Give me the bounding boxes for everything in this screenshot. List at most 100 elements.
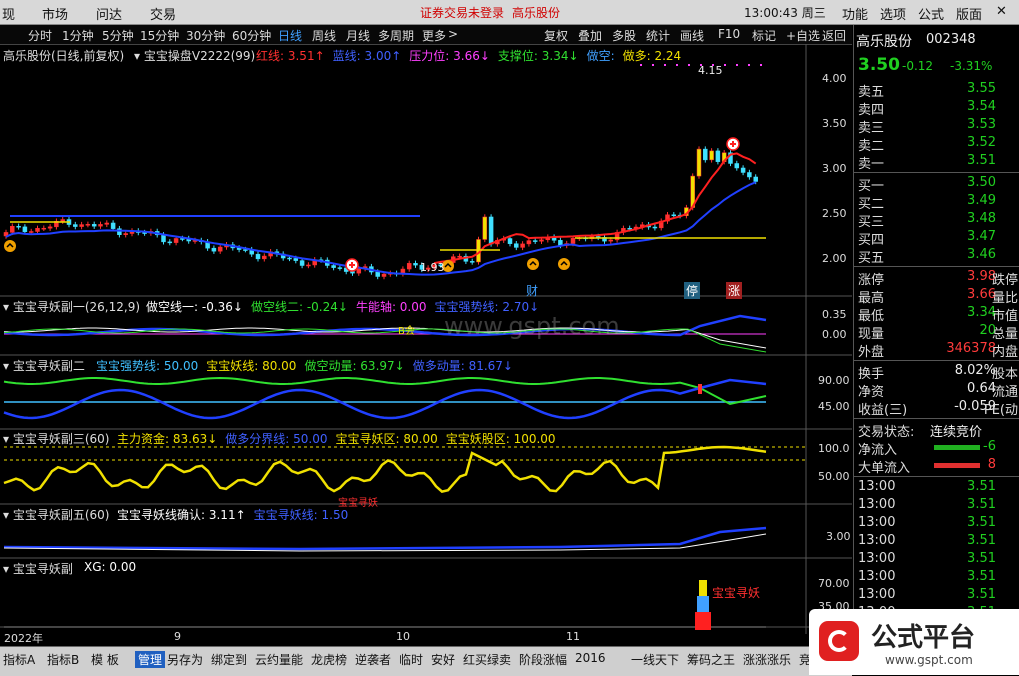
bid-row[interactable]: 买二 3.49: [858, 193, 1018, 212]
sub1-name[interactable]: 宝宝寻妖副一(26,12,9): [13, 300, 140, 314]
sub4-name[interactable]: 宝宝寻妖副五(60): [13, 508, 110, 522]
bid-row[interactable]: 买五 3.46: [858, 247, 1018, 266]
sub3-name[interactable]: 宝宝寻妖副三(60): [13, 432, 110, 446]
candle-body: [299, 260, 305, 266]
indicator-tab-bar: 指标A 指标B 模 板管理 另存为 绑定到 云约量能 龙虎榜 逆袭者 临时 安好 红买绿卖 阶段涨幅 2…: [0, 646, 852, 676]
tab-60min[interactable]: 60分钟: [232, 27, 271, 44]
tab-weekly[interactable]: 周线: [312, 27, 336, 44]
indicator-down-icon[interactable]: ▾: [3, 359, 9, 373]
tab-monthly[interactable]: 月线: [346, 27, 370, 44]
bottom-tab[interactable]: 红买绿卖: [463, 651, 511, 668]
stat-row[interactable]: 最低 3.34 市值: [858, 305, 1018, 324]
indicator-down-icon[interactable]: ▾: [3, 562, 9, 576]
candle-body: [73, 224, 78, 227]
btn-f10[interactable]: F10: [718, 27, 740, 41]
ask-row[interactable]: 卖四 3.54: [858, 99, 1018, 118]
indicator-down-icon[interactable]: ▾: [3, 432, 9, 446]
bottom-tab[interactable]: 2016: [575, 651, 606, 665]
bottom-tab[interactable]: 筹码之王: [687, 651, 735, 668]
candle-body: [22, 226, 28, 233]
tick-row[interactable]: 13:00 3.51: [858, 587, 1018, 605]
tab-multi-period[interactable]: 多周期: [378, 27, 414, 44]
indicator-down-icon[interactable]: ▾: [134, 49, 140, 63]
bottom-tab[interactable]: 指标A: [3, 651, 35, 668]
stat-row[interactable]: 净资 0.64 流通: [858, 381, 1018, 400]
stat-row[interactable]: 收益(三) -0.059 PE(动: [858, 399, 1018, 418]
tick-row[interactable]: 13:00 3.51: [858, 497, 1018, 515]
bottom-tab[interactable]: 一线天下: [631, 651, 679, 668]
btn-back[interactable]: 返回: [822, 27, 846, 44]
bottom-tab[interactable]: 模 板: [91, 651, 119, 668]
stat-row[interactable]: 换手 8.02% 股本: [858, 363, 1018, 382]
indicator-down-icon[interactable]: ▾: [3, 300, 9, 314]
tick-row[interactable]: 13:00 3.51: [858, 569, 1018, 587]
red-line: [434, 152, 757, 265]
kline-chart[interactable]: [0, 44, 852, 646]
bottom-tab[interactable]: 阶段涨幅: [519, 651, 567, 668]
btn-multi-stock[interactable]: 多股: [612, 27, 636, 44]
bottom-tab[interactable]: 云约量能: [255, 651, 303, 668]
ask-row[interactable]: 卖三 3.53: [858, 117, 1018, 136]
bid-row[interactable]: 买三 3.48: [858, 211, 1018, 230]
sub2-name[interactable]: 宝宝寻妖副二: [13, 359, 85, 373]
stat-row[interactable]: 现量 20 总量: [858, 323, 1018, 342]
bottom-tab[interactable]: 龙虎榜: [311, 651, 347, 668]
limit-up-tag[interactable]: 涨: [726, 282, 743, 299]
tab-30min[interactable]: 30分钟: [186, 27, 225, 44]
ask-row[interactable]: 卖二 3.52: [858, 135, 1018, 154]
quote-panel: 高乐股份 002348 3.50 -0.12 -3.31% 卖五 3.55 卖四 3.…: [853, 25, 1019, 650]
bid-row[interactable]: 买一 3.50: [858, 175, 1018, 194]
tick-row[interactable]: 13:00 3.51: [858, 515, 1018, 533]
menu-formula[interactable]: 公式: [918, 4, 944, 23]
menu-item-market[interactable]: 市场: [42, 4, 68, 23]
indicator-down-icon[interactable]: ▾: [3, 508, 9, 522]
candle-body: [526, 240, 532, 245]
ask-row[interactable]: 卖一 3.51: [858, 153, 1018, 172]
bottom-tab[interactable]: 涨涨涨乐: [743, 651, 791, 668]
stat-row[interactable]: 外盘 346378 内盘: [858, 341, 1018, 360]
menu-item-wenda[interactable]: 问达: [96, 4, 122, 23]
menu-options[interactable]: 选项: [880, 4, 906, 23]
bottom-tab[interactable]: 管理: [135, 651, 166, 668]
btn-add-watchlist[interactable]: +自选: [786, 27, 820, 44]
xg-bar-red: [695, 612, 711, 630]
bottom-tab[interactable]: 绑定到: [211, 651, 247, 668]
bottom-tab[interactable]: 另存为: [167, 651, 203, 668]
chevron-right-icon[interactable]: >: [448, 27, 458, 41]
bottom-tab[interactable]: 逆袭者: [355, 651, 391, 668]
bid-row[interactable]: 买四 3.47: [858, 229, 1018, 248]
btn-stats[interactable]: 统计: [646, 27, 670, 44]
tick-row[interactable]: 13:00 3.51: [858, 479, 1018, 497]
top-dot: [652, 64, 654, 66]
btn-overlay[interactable]: 叠加: [578, 27, 602, 44]
close-icon[interactable]: ✕: [996, 4, 1007, 19]
halt-tag[interactable]: 停: [684, 282, 701, 299]
tab-1min[interactable]: 1分钟: [62, 27, 94, 44]
tab-15min[interactable]: 15分钟: [140, 27, 179, 44]
bottom-tab[interactable]: 安好: [431, 651, 455, 668]
bottom-tab[interactable]: 指标B: [47, 651, 79, 668]
tick-row[interactable]: 13:00 3.51: [858, 551, 1018, 569]
menu-function[interactable]: 功能: [842, 4, 868, 23]
tick-row[interactable]: 13:00 3.51: [858, 533, 1018, 551]
sub2-values: 宝宝强势线: 50.00 宝宝妖线: 80.00 做空动量: 63.97↓ 做多动量:…: [96, 357, 521, 374]
tab-more[interactable]: 更多: [422, 27, 446, 44]
main-indicator-name[interactable]: 宝宝操盘V2222(99): [144, 49, 255, 63]
tab-daily[interactable]: 日线: [278, 27, 302, 44]
finance-tag[interactable]: 财: [526, 282, 538, 299]
btn-rights[interactable]: 复权: [544, 27, 568, 44]
btn-mark[interactable]: 标记: [752, 27, 776, 44]
sub5-name[interactable]: 宝宝寻妖副: [13, 562, 73, 576]
bottom-tab[interactable]: 临时: [399, 651, 423, 668]
menu-layout[interactable]: 版面: [956, 4, 982, 23]
stat-row[interactable]: 最高 3.66 量比: [858, 287, 1018, 306]
menu-item-trade[interactable]: 交易: [150, 4, 176, 23]
menu-item-0[interactable]: 现: [2, 4, 15, 23]
candle-body: [715, 150, 721, 162]
ask-row[interactable]: 卖五 3.55: [858, 81, 1018, 100]
tab-5min[interactable]: 5分钟: [102, 27, 134, 44]
tab-timeshare[interactable]: 分时: [28, 27, 52, 44]
stat-row[interactable]: 涨停 3.98 跌停: [858, 269, 1018, 288]
btn-draw[interactable]: 画线: [680, 27, 704, 44]
row-label: 最高: [858, 291, 885, 306]
